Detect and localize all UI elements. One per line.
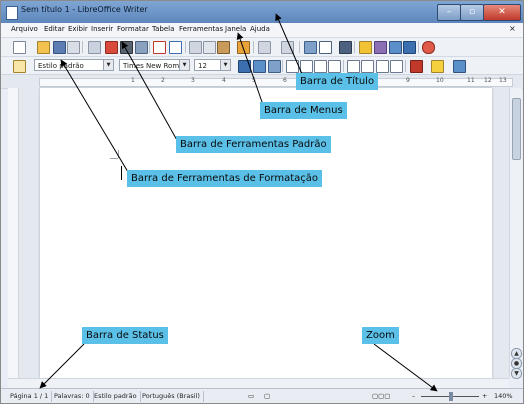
arrow-status-bar	[39, 343, 85, 389]
arrow-standard-toolbar	[121, 41, 179, 143]
callout-formatting-toolbar: Barra de Ferramentas de Formatação	[127, 170, 323, 187]
arrow-zoom	[373, 343, 438, 392]
arrow-formatting-toolbar	[60, 59, 129, 173]
callout-menu-bar: Barra de Menus	[260, 102, 347, 119]
callout-zoom: Zoom	[362, 327, 399, 344]
callout-standard-toolbar: Barra de Ferramentas Padrão	[176, 136, 331, 153]
arrow-title-bar	[275, 13, 303, 75]
callout-status-bar: Barra de Status	[82, 327, 168, 344]
callout-title-bar: Barra de Título	[296, 73, 379, 90]
annotation-arrows	[39, 13, 438, 392]
arrow-menu-bar	[236, 32, 263, 103]
